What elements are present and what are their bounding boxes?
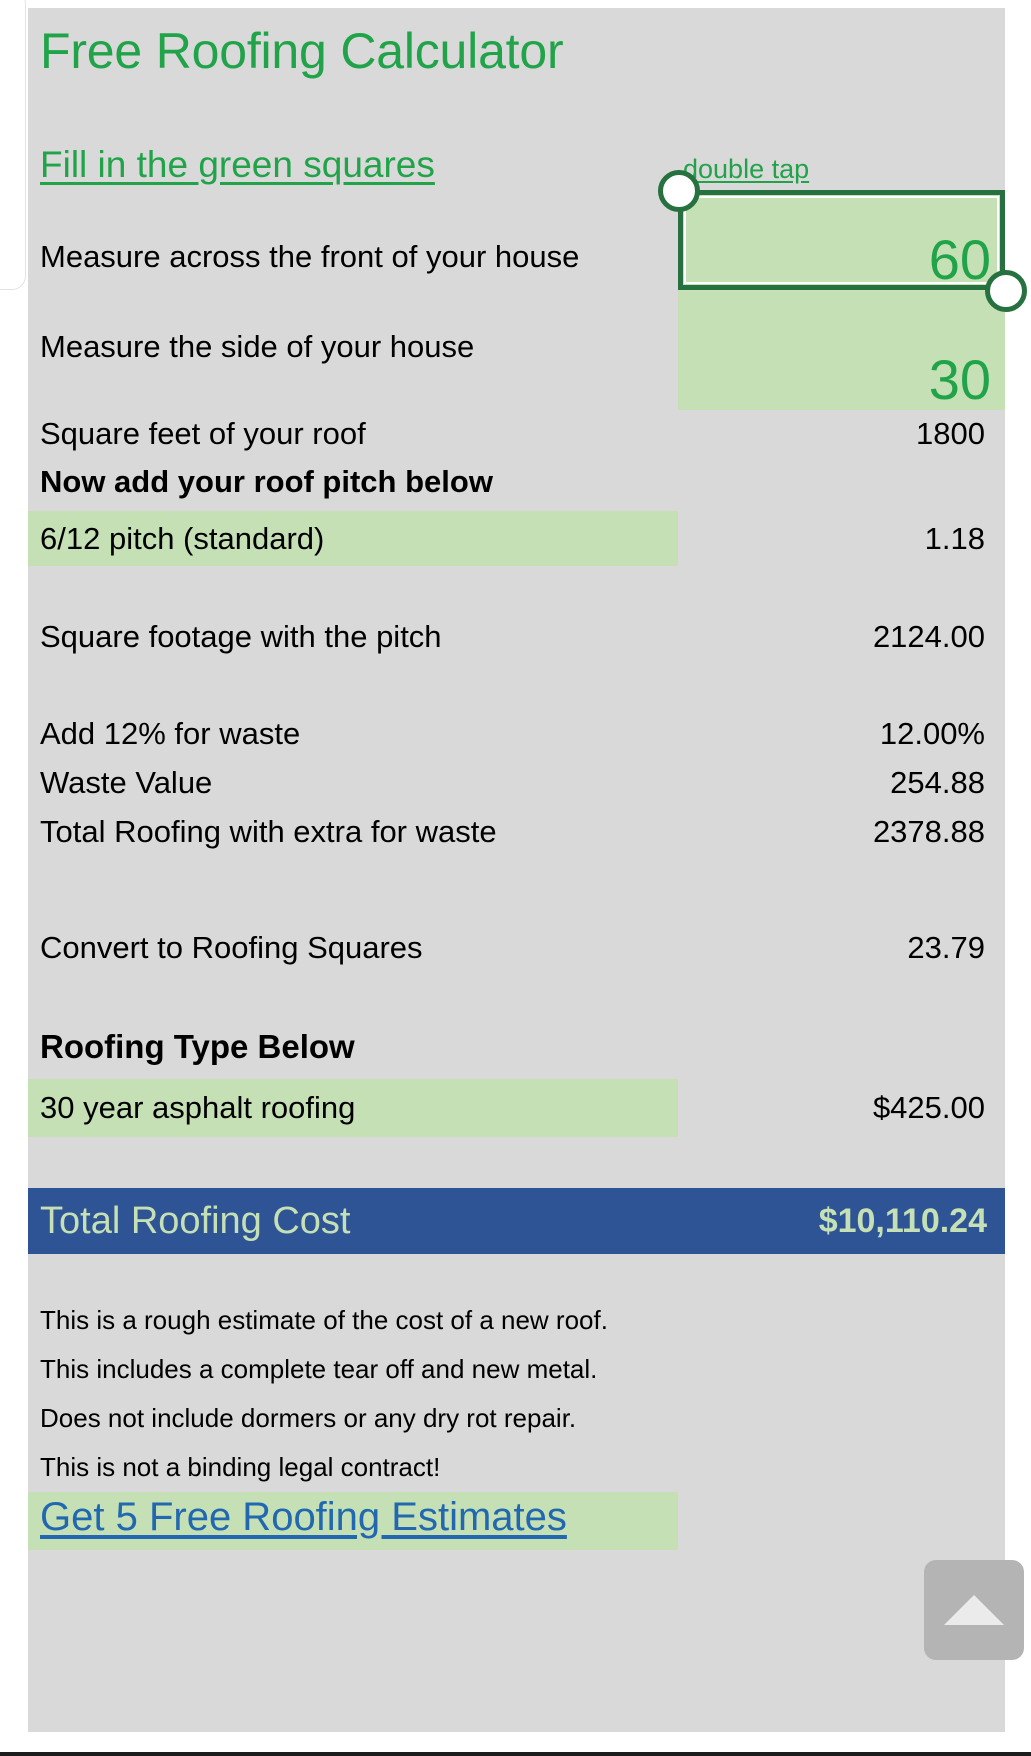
fill-green-squares-link[interactable]: Fill in the green squares [40,144,435,186]
table-row: Now add your roof pitch below [28,460,1005,504]
disclaimer-line: This includes a complete tear off and ne… [40,1354,598,1384]
row-value-roofing-type: $425.00 [872,1090,985,1125]
disclaimer-line: Does not include dormers or any dry rot … [40,1403,577,1433]
row-label-total-with-waste: Total Roofing with extra for waste [40,813,497,849]
input-value-side-depth: 30 [928,348,991,411]
table-row: 30 year asphalt roofing $425.00 [28,1084,1005,1132]
table-row: Roofing Type Below [28,1024,1005,1070]
row-value-roofing-squares: 23.79 [907,930,985,965]
disclaimer-line: This is not a binding legal contract! [40,1452,441,1482]
row-value-total-with-waste: 2378.88 [872,814,985,849]
row-value-square-feet: 1800 [916,416,985,451]
table-row: Square footage with the pitch 2124.00 [28,615,1005,659]
table-row: Waste Value 254.88 [28,761,1005,805]
row-label-waste-value: Waste Value [40,764,213,800]
triangle-up-icon [944,1595,1004,1625]
row-label-roofing-squares: Convert to Roofing Squares [40,929,423,965]
row-value-waste-percent: 12.00% [879,716,985,751]
page-title: Free Roofing Calculator [40,23,564,79]
selection-handle-bottom-right[interactable] [985,270,1027,312]
total-value: $10,110.24 [818,1201,987,1240]
input-cell-front-width[interactable]: 60 [678,190,1005,290]
row-label-roofing-type: 30 year asphalt roofing [40,1089,356,1125]
scroll-to-top-button[interactable] [924,1560,1024,1660]
row-label-waste-percent: Add 12% for waste [40,715,301,751]
table-row: Add 12% for waste 12.00% [28,712,1005,756]
double-tap-hint: double tap [683,154,810,184]
row-value-waste-value: 254.88 [890,765,985,800]
table-row: 6/12 pitch (standard) 1.18 [28,516,1005,562]
input-cell-side-depth[interactable]: 30 [678,290,1005,410]
get-free-estimates-link[interactable]: Get 5 Free Roofing Estimates [40,1495,567,1540]
row-value-sqft-with-pitch: 2124.00 [872,619,985,654]
table-row: Total Roofing with extra for waste 2378.… [28,810,1005,854]
row-label-pitch-heading: Now add your roof pitch below [40,463,493,499]
total-roofing-cost-bar: Total Roofing Cost $10,110.24 [28,1188,1005,1254]
disclaimer-line: This is a rough estimate of the cost of … [40,1305,608,1335]
bottom-rule [0,1752,1031,1756]
table-row: Square feet of your roof 1800 [28,412,1005,456]
input-label-front-width: Measure across the front of your house [40,238,580,274]
row-label-sqft-with-pitch: Square footage with the pitch [40,618,442,654]
table-row: Convert to Roofing Squares 23.79 [28,926,1005,970]
input-label-side-depth: Measure the side of your house [40,328,475,364]
selection-handle-top-left[interactable] [658,170,700,212]
left-panel-edge [0,0,26,290]
input-value-front-width: 60 [928,228,991,291]
row-label-pitch: 6/12 pitch (standard) [40,520,325,556]
row-label-roofing-type-heading: Roofing Type Below [40,1027,355,1065]
row-label-square-feet: Square feet of your roof [40,415,366,451]
row-value-pitch: 1.18 [924,521,985,556]
total-label: Total Roofing Cost [40,1199,351,1242]
spreadsheet-surface[interactable]: Free Roofing Calculator Fill in the gree… [28,8,1027,1732]
